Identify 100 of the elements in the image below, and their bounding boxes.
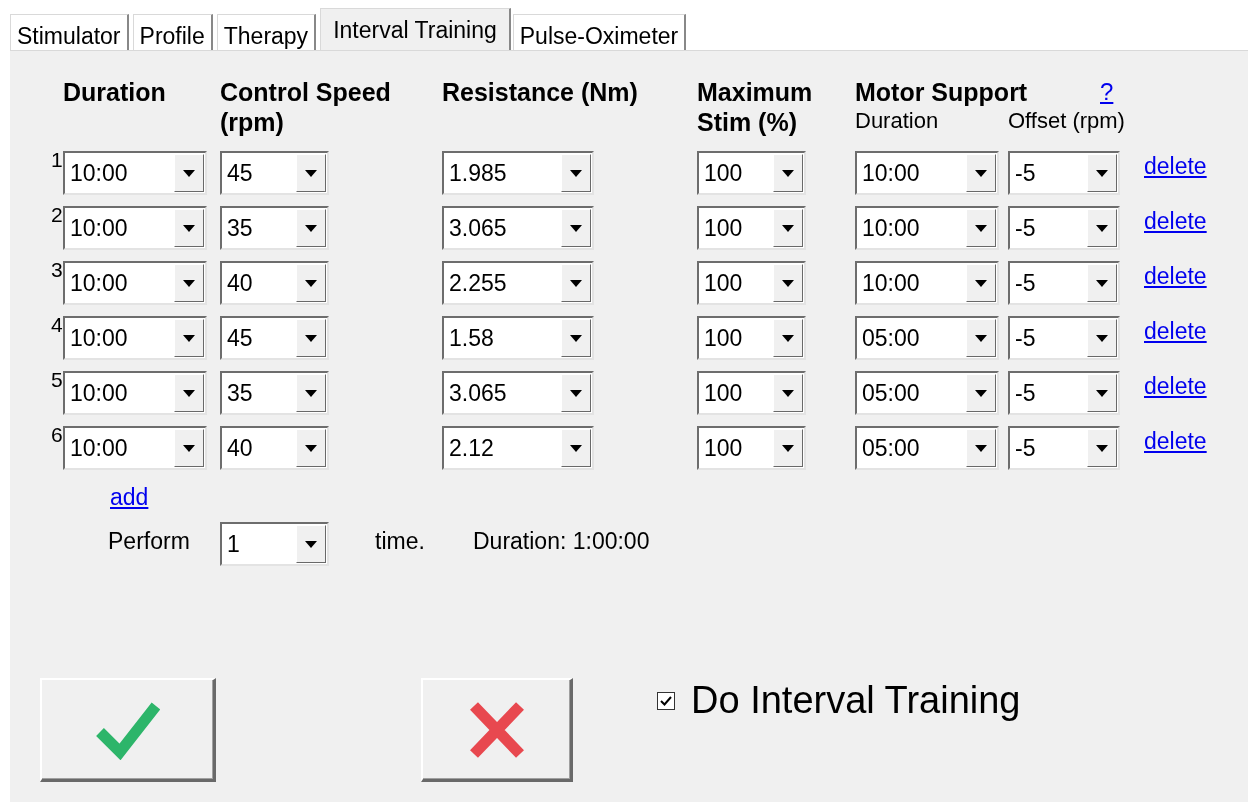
caret-icon <box>975 169 987 177</box>
dropdown[interactable]: 3.065 <box>442 371 594 415</box>
time-label: time. <box>375 527 426 556</box>
dropdown[interactable]: 10:00 <box>855 261 999 305</box>
dropdown[interactable]: 10:00 <box>855 206 999 250</box>
caret-icon <box>305 169 317 177</box>
caret-icon <box>782 389 794 397</box>
column-header: Control Speed (rpm) <box>220 77 392 138</box>
column-subheader: Duration <box>855 107 940 135</box>
dropdown[interactable]: 100 <box>697 316 806 360</box>
column-header: Resistance (Nm) <box>442 77 639 108</box>
caret-icon <box>782 334 794 342</box>
dropdown[interactable]: -5 <box>1008 206 1120 250</box>
caret-icon <box>305 444 317 452</box>
caret-icon <box>975 389 987 397</box>
dropdown[interactable]: -5 <box>1008 371 1120 415</box>
dropdown[interactable]: 40 <box>220 426 329 470</box>
ok-button[interactable] <box>40 678 216 782</box>
dropdown[interactable]: 05:00 <box>855 316 999 360</box>
dropdown[interactable]: 100 <box>697 206 806 250</box>
caret-icon <box>975 279 987 287</box>
row-number: 5 <box>50 369 63 391</box>
tab[interactable]: Stimulator <box>10 14 129 50</box>
dropdown[interactable]: 1.58 <box>442 316 594 360</box>
dropdown[interactable]: 10:00 <box>63 206 207 250</box>
dropdown[interactable]: 10:00 <box>63 151 207 195</box>
add-link[interactable]: add <box>110 484 149 510</box>
dropdown[interactable]: 45 <box>220 151 329 195</box>
column-subheader: Offset (rpm) <box>1008 107 1125 135</box>
caret-icon <box>782 169 794 177</box>
dropdown[interactable]: -5 <box>1008 151 1120 195</box>
check-icon <box>660 695 672 706</box>
caret-icon <box>305 389 317 397</box>
caret-icon <box>183 169 195 177</box>
tab[interactable]: Interval Training <box>320 8 511 50</box>
caret-icon <box>570 169 582 177</box>
caret-icon <box>1096 389 1108 397</box>
delete-link[interactable]: delete <box>1144 259 1207 294</box>
do-interval-training-checkbox[interactable]: Do Interval Training <box>657 672 1021 729</box>
caret-icon <box>570 279 582 287</box>
caret-icon <box>782 224 794 232</box>
dropdown[interactable]: -5 <box>1008 316 1120 360</box>
dropdown[interactable]: -5 <box>1008 426 1120 470</box>
caret-icon <box>570 389 582 397</box>
caret-icon <box>305 334 317 342</box>
column-header: Maximum Stim (%) <box>697 77 814 138</box>
dropdown[interactable]: 10:00 <box>63 426 207 470</box>
total-duration: Duration: 1:00:00 <box>473 527 650 556</box>
dropdown[interactable]: 10:00 <box>63 261 207 305</box>
row-number: 4 <box>50 314 63 336</box>
dropdown[interactable]: 1.985 <box>442 151 594 195</box>
column-header: Duration <box>63 77 167 108</box>
perform-label: Perform <box>108 527 191 556</box>
caret-icon <box>570 224 582 232</box>
cancel-button[interactable] <box>421 678 573 782</box>
delete-link[interactable]: delete <box>1144 369 1207 404</box>
caret-icon <box>570 444 582 452</box>
dropdown[interactable]: 10:00 <box>855 151 999 195</box>
dropdown[interactable]: 10:00 <box>63 371 207 415</box>
dropdown[interactable]: 100 <box>697 371 806 415</box>
caret-icon <box>305 279 317 287</box>
caret-icon <box>183 389 195 397</box>
delete-link[interactable]: delete <box>1144 424 1207 459</box>
delete-link[interactable]: delete <box>1144 204 1207 239</box>
dropdown[interactable]: 3.065 <box>442 206 594 250</box>
dropdown[interactable]: 05:00 <box>855 371 999 415</box>
dropdown[interactable]: 40 <box>220 261 329 305</box>
caret-icon <box>183 279 195 287</box>
caret-icon <box>1096 279 1108 287</box>
dropdown[interactable]: 100 <box>697 261 806 305</box>
row-number: 6 <box>50 424 63 446</box>
dropdown[interactable]: 10:00 <box>63 316 207 360</box>
caret-icon <box>782 279 794 287</box>
dropdown[interactable]: 100 <box>697 426 806 470</box>
dropdown[interactable]: 05:00 <box>855 426 999 470</box>
tab[interactable]: Profile <box>132 14 213 50</box>
column-header: Motor Support <box>855 77 1028 107</box>
row-number: 2 <box>50 204 63 226</box>
caret-icon <box>570 334 582 342</box>
tab[interactable]: Pulse-Oximeter <box>512 14 687 50</box>
row-number: 1 <box>50 149 63 171</box>
dropdown[interactable]: 45 <box>220 316 329 360</box>
dropdown[interactable]: 35 <box>220 206 329 250</box>
caret-icon <box>183 224 195 232</box>
caret-icon <box>183 444 195 452</box>
caret-icon <box>975 444 987 452</box>
dropdown[interactable]: 100 <box>697 151 806 195</box>
dropdown[interactable]: 2.12 <box>442 426 594 470</box>
tab[interactable]: Therapy <box>216 14 317 50</box>
delete-link[interactable]: delete <box>1144 314 1207 349</box>
dropdown[interactable]: -5 <box>1008 261 1120 305</box>
dropdown[interactable]: 35 <box>220 371 329 415</box>
caret-icon <box>305 540 317 548</box>
caret-icon <box>782 444 794 452</box>
caret-icon <box>975 224 987 232</box>
dropdown[interactable]: 1 <box>220 522 329 566</box>
dropdown[interactable]: 2.255 <box>442 261 594 305</box>
delete-link[interactable]: delete <box>1144 149 1207 184</box>
help-link[interactable]: ? <box>1100 77 1114 107</box>
checkbox[interactable] <box>657 691 675 710</box>
